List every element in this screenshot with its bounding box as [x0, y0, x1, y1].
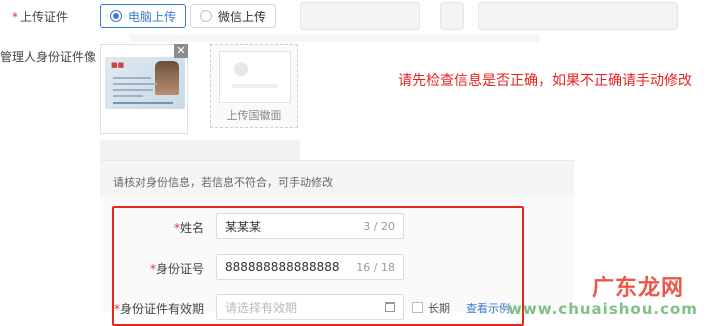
id-card-text-line: [113, 77, 151, 79]
faded-background-strip: [130, 34, 540, 42]
upload-id-label-text: 上传证件: [20, 10, 69, 24]
id-photo-label: 管理人身份证件像: [0, 50, 97, 64]
emblem-placeholder-line: [232, 84, 278, 88]
id-card-emblem-mark: ■■: [111, 61, 125, 69]
faded-background-icon: [440, 2, 464, 30]
faded-background-field: [300, 2, 420, 30]
faded-background-field-right: [478, 2, 678, 30]
id-card-text-line: [113, 83, 157, 85]
verify-hint: 请核对身份信息，若信息不符合，可手动修改: [113, 176, 333, 189]
emblem-upload-box[interactable]: 上传国徽面: [210, 44, 298, 128]
radio-wechat-upload[interactable]: 微信上传: [190, 4, 277, 28]
id-card-portrait: [155, 61, 179, 95]
emblem-icon: [234, 62, 248, 76]
radio-unselected-icon: [200, 10, 212, 22]
radio-computer-upload[interactable]: 电脑上传: [100, 4, 187, 28]
check-info-notice: 请先检查信息是否正确，如果不正确请手动修改: [398, 73, 692, 89]
required-mark: *: [12, 10, 18, 24]
close-icon[interactable]: ✕: [174, 44, 188, 58]
radio-wechat-upload-label: 微信上传: [218, 9, 267, 24]
id-card-photo: ■■: [105, 57, 185, 109]
id-card-text-line: [113, 89, 153, 91]
site-watermark-url: www.chuaishou.com: [508, 300, 698, 318]
site-watermark-logo: 广东龙网: [591, 276, 684, 301]
highlight-frame: [112, 206, 524, 326]
radio-computer-upload-label: 电脑上传: [128, 9, 177, 24]
emblem-upload-label: 上传国徽面: [226, 109, 282, 122]
emblem-placeholder-card: [219, 51, 291, 103]
faded-background-row: [100, 140, 300, 160]
radio-selected-icon: [110, 10, 122, 22]
upload-id-label: * 上传证件: [12, 8, 68, 25]
id-card-text-line: [113, 95, 143, 97]
id-card-number-line: [113, 102, 173, 104]
